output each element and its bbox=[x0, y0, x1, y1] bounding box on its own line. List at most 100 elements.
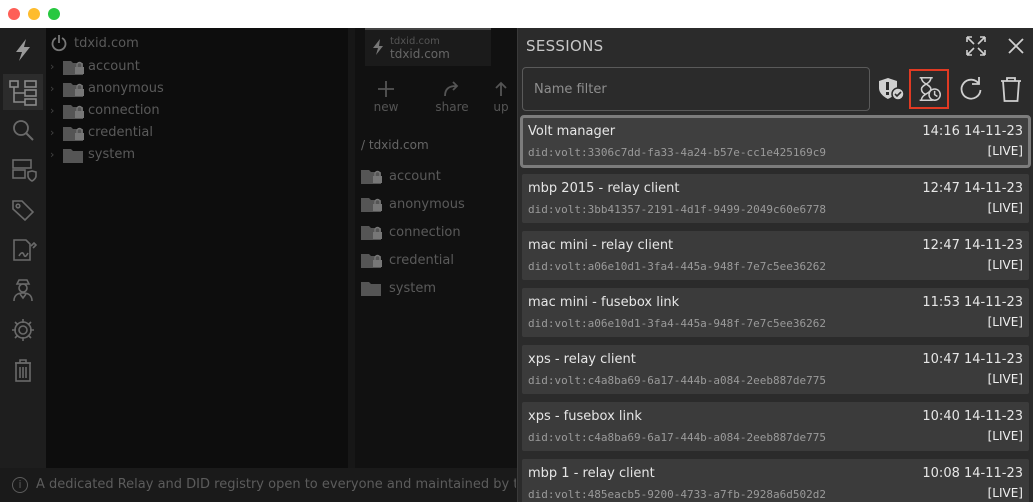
hourglass-clock-icon bbox=[919, 77, 941, 101]
new-button-label: new bbox=[373, 100, 399, 114]
agent-icon[interactable] bbox=[7, 274, 39, 306]
locked-folder-icon bbox=[63, 125, 87, 141]
session-did: did:volt:c4a8ba69-6a17-444b-a084-2eeb887… bbox=[528, 431, 827, 444]
maximize-window-button[interactable] bbox=[48, 8, 60, 20]
session-list: Volt manager 14:16 14-11-23 did:volt:330… bbox=[520, 115, 1031, 502]
session-history-button[interactable] bbox=[909, 69, 949, 109]
session-time: 14:16 14-11-23 bbox=[922, 124, 1023, 139]
chevron-right-icon[interactable]: › bbox=[50, 148, 60, 162]
minimize-window-button[interactable] bbox=[28, 8, 40, 20]
chevron-right-icon[interactable]: › bbox=[50, 82, 60, 96]
tree-item-system[interactable]: › system bbox=[46, 144, 346, 166]
settings-icon[interactable] bbox=[7, 314, 39, 346]
chevron-right-icon[interactable]: › bbox=[50, 60, 60, 74]
plus-icon bbox=[378, 81, 394, 97]
share-icon bbox=[444, 81, 459, 97]
session-status: [LIVE] bbox=[987, 486, 1023, 500]
session-item[interactable]: Volt manager 14:16 14-11-23 did:volt:330… bbox=[520, 115, 1031, 168]
session-name: mac mini - relay client bbox=[528, 238, 674, 253]
upload-button-label: up bbox=[493, 100, 509, 114]
session-item[interactable]: mac mini - fusebox link 11:53 14-11-23 d… bbox=[522, 288, 1029, 337]
upload-icon bbox=[495, 81, 507, 96]
search-icon[interactable] bbox=[7, 114, 39, 146]
tree-root-label: tdxid.com bbox=[74, 36, 139, 51]
session-name: xps - relay client bbox=[528, 352, 636, 367]
tree-item-label: credential bbox=[88, 125, 153, 140]
session-status: [LIVE] bbox=[987, 201, 1023, 215]
close-icon[interactable] bbox=[1002, 32, 1030, 60]
list-item-label: connection bbox=[389, 225, 461, 240]
list-item-label: anonymous bbox=[389, 197, 465, 212]
session-status: [LIVE] bbox=[987, 258, 1023, 272]
session-time: 10:40 14-11-23 bbox=[922, 409, 1023, 424]
folder-icon bbox=[63, 147, 87, 163]
list-item-label: credential bbox=[389, 253, 454, 268]
session-time: 12:47 14-11-23 bbox=[922, 181, 1023, 196]
tree-pane: tdxid.com › account › anonymous › connec… bbox=[46, 28, 348, 468]
signature-icon[interactable] bbox=[7, 234, 39, 266]
chevron-right-icon[interactable]: › bbox=[50, 104, 60, 118]
panel-title: SESSIONS bbox=[526, 37, 604, 55]
tree-view-icon[interactable] bbox=[3, 74, 43, 110]
session-status: [LIVE] bbox=[987, 315, 1023, 329]
session-time: 10:08 14-11-23 bbox=[922, 466, 1023, 481]
session-time: 11:53 14-11-23 bbox=[922, 295, 1023, 310]
share-button[interactable]: share bbox=[427, 78, 477, 122]
tree-item-account[interactable]: › account bbox=[46, 56, 346, 78]
session-did: did:volt:a06e10d1-3fa4-445a-948f-7e7c5ee… bbox=[528, 260, 827, 273]
session-name: mbp 2015 - relay client bbox=[528, 181, 680, 196]
session-status: [LIVE] bbox=[987, 372, 1023, 386]
session-status: [LIVE] bbox=[987, 429, 1023, 443]
status-bar: i A dedicated Relay and DID registry ope… bbox=[0, 468, 520, 502]
session-item[interactable]: xps - relay client 10:47 14-11-23 did:vo… bbox=[522, 345, 1029, 394]
tree-item-connection[interactable]: › connection bbox=[46, 100, 346, 122]
session-name: mac mini - fusebox link bbox=[528, 295, 680, 310]
sessions-panel: SESSIONS Volt manager 14:16 14-11-23 did… bbox=[517, 28, 1033, 502]
locked-folder-icon bbox=[63, 81, 87, 97]
locked-folder-icon bbox=[361, 252, 385, 268]
locked-folder-icon bbox=[361, 196, 385, 212]
name-filter-input[interactable] bbox=[522, 67, 870, 111]
folder-view-pane: tdxid.com tdxid.com new share up / tdxid… bbox=[355, 28, 517, 468]
bolt-icon bbox=[370, 38, 386, 60]
breadcrumb: / tdxid.com bbox=[361, 138, 429, 152]
session-time: 10:47 14-11-23 bbox=[922, 352, 1023, 367]
locked-folder-icon bbox=[361, 168, 385, 184]
tree-item-label: system bbox=[88, 147, 135, 162]
session-did: did:volt:485eacb5-9200-4733-a7fb-2928a6d… bbox=[528, 488, 827, 501]
trash-icon[interactable] bbox=[7, 354, 39, 386]
shield-check-icon[interactable] bbox=[875, 73, 907, 105]
trash-icon[interactable] bbox=[995, 73, 1027, 105]
window-titlebar bbox=[0, 0, 1033, 28]
session-did: did:volt:3bb41357-2191-4d1f-9499-2049c60… bbox=[528, 203, 827, 216]
session-did: did:volt:c4a8ba69-6a17-444b-a084-2eeb887… bbox=[528, 374, 827, 387]
session-name: mbp 1 - relay client bbox=[528, 466, 655, 481]
info-icon: i bbox=[12, 477, 28, 493]
session-item[interactable]: mbp 1 - relay client 10:08 14-11-23 did:… bbox=[522, 459, 1029, 502]
session-item[interactable]: mac mini - relay client 12:47 14-11-23 d… bbox=[522, 231, 1029, 280]
list-item-label: system bbox=[389, 281, 436, 296]
session-item[interactable]: mbp 2015 - relay client 12:47 14-11-23 d… bbox=[522, 174, 1029, 223]
sidebar-rail bbox=[0, 28, 46, 502]
tab-tdxid[interactable]: tdxid.com tdxid.com bbox=[365, 28, 491, 66]
tree-item-anonymous[interactable]: › anonymous bbox=[46, 78, 346, 100]
tree-item-credential[interactable]: › credential bbox=[46, 122, 346, 144]
new-button[interactable]: new bbox=[361, 78, 411, 122]
tab-subtitle: tdxid.com bbox=[390, 36, 440, 47]
status-message: A dedicated Relay and DID registry open … bbox=[36, 477, 516, 492]
list-item-label: account bbox=[389, 169, 441, 184]
power-icon bbox=[50, 34, 68, 56]
bolt-icon[interactable] bbox=[7, 34, 39, 66]
upload-button[interactable]: up bbox=[485, 78, 517, 122]
app-window: tdxid.com › account › anonymous › connec… bbox=[0, 28, 1033, 502]
tab-title: tdxid.com bbox=[390, 47, 450, 61]
locked-folder-icon bbox=[63, 59, 87, 75]
expand-icon[interactable] bbox=[962, 32, 990, 60]
server-shield-icon[interactable] bbox=[7, 154, 39, 186]
session-status: [LIVE] bbox=[987, 144, 1023, 158]
tags-icon[interactable] bbox=[7, 194, 39, 226]
close-window-button[interactable] bbox=[8, 8, 20, 20]
session-item[interactable]: xps - fusebox link 10:40 14-11-23 did:vo… bbox=[522, 402, 1029, 451]
chevron-right-icon[interactable]: › bbox=[50, 126, 60, 140]
refresh-icon[interactable] bbox=[955, 73, 987, 105]
